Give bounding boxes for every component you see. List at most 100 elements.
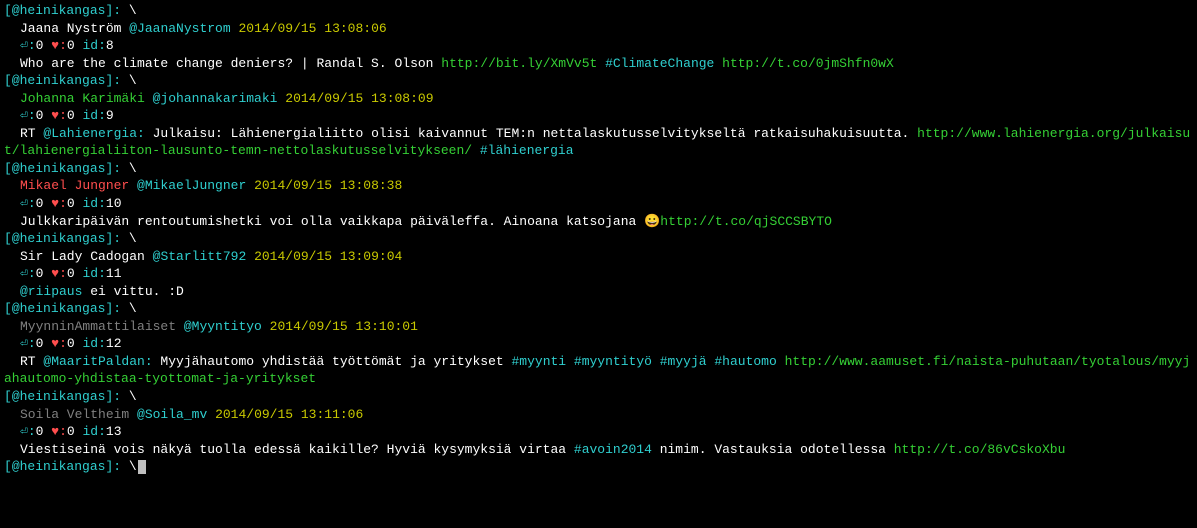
tweet-body: RT @Lahienergia: Julkaisu: Lähienergiali… xyxy=(4,125,1193,160)
prompt-continuation: \ xyxy=(129,161,137,176)
author-name: Jaana Nyström xyxy=(20,21,121,36)
bracket: ]: xyxy=(105,3,128,18)
tweet-id: 12 xyxy=(106,336,122,351)
prompt-line[interactable]: [@heinikangas]: \ xyxy=(4,230,1193,248)
prompt-user: @heinikangas xyxy=(12,161,106,176)
link[interactable]: http://t.co/0jmShfn0wX xyxy=(722,56,894,71)
body-text: nimim. Vastauksia odotellessa xyxy=(652,442,894,457)
prompt-line[interactable]: [@heinikangas]: \ xyxy=(4,458,1193,476)
bracket: [ xyxy=(4,459,12,474)
author-handle[interactable]: @Soila_mv xyxy=(137,407,207,422)
link[interactable]: http://t.co/86vCskoXbu xyxy=(894,442,1066,457)
tweet-body: RT @MaaritPaldan: Myyjähautomo yhdistää … xyxy=(4,353,1193,388)
fav-count: 0 xyxy=(67,38,75,53)
author-handle[interactable]: @Myyntityo xyxy=(184,319,262,334)
prompt-line[interactable]: [@heinikangas]: \ xyxy=(4,72,1193,90)
id-label: id: xyxy=(83,336,106,351)
hashtag[interactable]: #ClimateChange xyxy=(605,56,714,71)
prompt-line[interactable]: [@heinikangas]: \ xyxy=(4,160,1193,178)
timestamp: 2014/09/15 13:08:06 xyxy=(238,21,386,36)
tweet-id: 8 xyxy=(106,38,114,53)
id-label: id: xyxy=(83,266,106,281)
author-line: Sir Lady Cadogan @Starlitt792 2014/09/15… xyxy=(4,248,1193,266)
bracket: ]: xyxy=(105,301,128,316)
bracket: ]: xyxy=(105,73,128,88)
author-line: Mikael Jungner @MikaelJungner 2014/09/15… xyxy=(4,177,1193,195)
author-name: Soila Veltheim xyxy=(20,407,129,422)
meta-line: ⏎:0 ♥:0 id:8 xyxy=(4,37,1193,55)
meta-line: ⏎:0 ♥:0 id:9 xyxy=(4,107,1193,125)
hashtag[interactable]: #lähienergia xyxy=(480,143,574,158)
author-line: MyynninAmmattilaiset @Myyntityo 2014/09/… xyxy=(4,318,1193,336)
id-label: id: xyxy=(83,108,106,123)
retweet-icon: ⏎: xyxy=(20,424,36,439)
body-text xyxy=(472,143,480,158)
bracket: ]: xyxy=(105,231,128,246)
prompt-continuation: \ xyxy=(129,459,137,474)
hashtag[interactable]: #hautomo xyxy=(714,354,776,369)
prompt-continuation: \ xyxy=(129,3,137,18)
prompt-line[interactable]: [@heinikangas]: \ xyxy=(4,300,1193,318)
link[interactable]: http://t.co/qjSCCSBYTO xyxy=(660,214,832,229)
heart-icon: ♥: xyxy=(51,336,67,351)
prompt-user: @heinikangas xyxy=(12,389,106,404)
fav-count: 0 xyxy=(67,108,75,123)
body-text: Myyjähautomo yhdistää työttömät ja yrity… xyxy=(153,354,512,369)
meta-line: ⏎:0 ♥:0 id:12 xyxy=(4,335,1193,353)
tweet-id: 9 xyxy=(106,108,114,123)
hashtag[interactable]: #myyjä xyxy=(660,354,707,369)
fav-count: 0 xyxy=(67,196,75,211)
body-text: Julkkaripäivän rentoutumishetki voi olla… xyxy=(20,214,660,229)
heart-icon: ♥: xyxy=(51,266,67,281)
prompt-user: @heinikangas xyxy=(12,459,106,474)
author-handle[interactable]: @JaanaNystrom xyxy=(129,21,230,36)
prompt-line[interactable]: [@heinikangas]: \ xyxy=(4,388,1193,406)
hashtag[interactable]: #myyntityö xyxy=(574,354,652,369)
prompt-user: @heinikangas xyxy=(12,301,106,316)
author-name: MyynninAmmattilaiset xyxy=(20,319,176,334)
mention[interactable]: @riipaus xyxy=(20,284,82,299)
bracket: [ xyxy=(4,231,12,246)
bracket: ]: xyxy=(105,389,128,404)
prompt-user: @heinikangas xyxy=(12,231,106,246)
fav-count: 0 xyxy=(67,424,75,439)
bracket: [ xyxy=(4,3,12,18)
id-label: id: xyxy=(83,196,106,211)
meta-line: ⏎:0 ♥:0 id:10 xyxy=(4,195,1193,213)
fav-count: 0 xyxy=(67,266,75,281)
hashtag[interactable]: #myynti xyxy=(511,354,566,369)
fav-count: 0 xyxy=(67,336,75,351)
author-name: Mikael Jungner xyxy=(20,178,129,193)
tweet-body: Viestiseinä vois näkyä tuolla edessä kai… xyxy=(4,441,1193,459)
mention[interactable]: @Lahienergia: xyxy=(43,126,144,141)
link[interactable]: http://bit.ly/XmVv5t xyxy=(441,56,597,71)
retweet-icon: ⏎: xyxy=(20,336,36,351)
author-handle[interactable]: @johannakarimaki xyxy=(153,91,278,106)
prompt-user: @heinikangas xyxy=(12,3,106,18)
bracket: ]: xyxy=(105,459,128,474)
tweet-id: 11 xyxy=(106,266,122,281)
mention[interactable]: @MaaritPaldan: xyxy=(43,354,152,369)
prompt-line[interactable]: [@heinikangas]: \ xyxy=(4,2,1193,20)
author-name: Johanna Karimäki xyxy=(20,91,145,106)
author-handle[interactable]: @Starlitt792 xyxy=(153,249,247,264)
cursor xyxy=(138,460,146,474)
bracket: [ xyxy=(4,301,12,316)
heart-icon: ♥: xyxy=(51,108,67,123)
retweet-icon: ⏎: xyxy=(20,38,36,53)
bracket: [ xyxy=(4,73,12,88)
prompt-continuation: \ xyxy=(129,301,137,316)
meta-line: ⏎:0 ♥:0 id:13 xyxy=(4,423,1193,441)
tweet-body: Who are the climate change deniers? | Ra… xyxy=(4,55,1193,73)
retweet-icon: ⏎: xyxy=(20,108,36,123)
timestamp: 2014/09/15 13:08:09 xyxy=(285,91,433,106)
body-text xyxy=(566,354,574,369)
heart-icon: ♥: xyxy=(51,38,67,53)
body-text xyxy=(777,354,785,369)
author-handle[interactable]: @MikaelJungner xyxy=(137,178,246,193)
rt-prefix: RT xyxy=(20,354,43,369)
hashtag[interactable]: #avoin2014 xyxy=(574,442,652,457)
terminal-output: [@heinikangas]: \Jaana Nyström @JaanaNys… xyxy=(0,0,1197,478)
body-text xyxy=(597,56,605,71)
rt-prefix: RT xyxy=(20,126,43,141)
